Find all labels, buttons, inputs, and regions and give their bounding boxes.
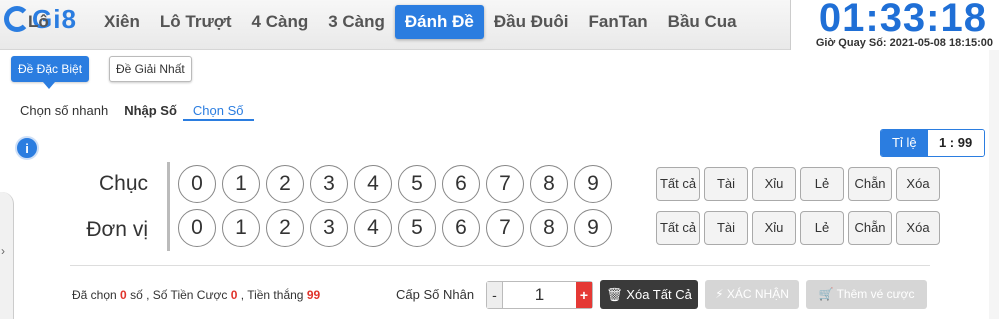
- side-panel-toggle[interactable]: ›: [0, 192, 14, 319]
- tens-digit-8[interactable]: 8: [530, 165, 568, 203]
- add-bet-button[interactable]: 🛒 Thêm vé cược: [806, 280, 927, 309]
- units-digit-7[interactable]: 7: [486, 209, 524, 247]
- clear-all-label: Xóa Tất Cả: [626, 287, 692, 302]
- tens-big-button[interactable]: Tài: [704, 167, 748, 201]
- mode-quick-pick[interactable]: Chọn số nhanh: [20, 103, 108, 121]
- units-digit-picker: 0 1 2 3 4 5 6 7 8 9: [178, 209, 612, 247]
- units-big-button[interactable]: Tài: [704, 211, 748, 245]
- nav-item-dau-duoi[interactable]: Đầu Đuôi: [484, 5, 579, 39]
- units-digit-3[interactable]: 3: [310, 209, 348, 247]
- logo-g-icon: [4, 6, 30, 32]
- nav-item-4-cang[interactable]: 4 Càng: [242, 5, 319, 39]
- units-quick-select: Tất cả Tài Xỉu Lẻ Chẵn Xóa: [656, 211, 940, 245]
- tens-digit-1[interactable]: 1: [222, 165, 260, 203]
- nav-item-xien[interactable]: Xiên: [94, 5, 150, 39]
- tens-digit-5[interactable]: 5: [398, 165, 436, 203]
- tab-de-dac-biet[interactable]: Đề Đặc Biệt: [11, 56, 90, 82]
- selected-label: Đã chọn: [72, 288, 117, 302]
- win-amount-label: , Tiền thắng: [240, 288, 304, 302]
- units-digit-5[interactable]: 5: [398, 209, 436, 247]
- info-icon[interactable]: i: [15, 136, 39, 160]
- selected-count: 0: [120, 288, 127, 302]
- nav-item-fantan[interactable]: FanTan: [578, 5, 657, 39]
- units-even-button[interactable]: Chẵn: [848, 211, 892, 245]
- tens-digit-6[interactable]: 6: [442, 165, 480, 203]
- clear-all-button[interactable]: 🗑 Xóa Tất Cả: [600, 280, 698, 309]
- tens-digit-picker: 0 1 2 3 4 5 6 7 8 9: [178, 165, 612, 203]
- nav-item-lo-partial[interactable]: Lô: [28, 12, 49, 32]
- units-digit-9[interactable]: 9: [574, 209, 612, 247]
- chevron-right-icon: ›: [1, 244, 5, 258]
- tab-de-giai-nhat[interactable]: Đề Giải Nhất: [109, 56, 192, 82]
- nav-item-lo-truot[interactable]: Lô Trượt: [150, 5, 242, 39]
- tens-even-button[interactable]: Chẵn: [848, 167, 892, 201]
- tens-digit-7[interactable]: 7: [486, 165, 524, 203]
- tens-digit-4[interactable]: 4: [354, 165, 392, 203]
- selected-unit: số ,: [130, 288, 150, 302]
- units-digit-0[interactable]: 0: [178, 209, 216, 247]
- section-divider: [70, 265, 930, 266]
- multiplier-label: Cấp Số Nhân: [396, 287, 475, 302]
- top-bar: Gi8 Lô Xiên Lô Trượt 4 Càng 3 Càng Đánh …: [0, 0, 999, 50]
- active-tab-pointer: [43, 82, 55, 89]
- draw-time: Giờ Quay Số: 2021-05-08 18:15:00: [815, 37, 993, 49]
- win-amount-value: 99: [306, 288, 321, 302]
- units-digit-2[interactable]: 2: [266, 209, 304, 247]
- scrollbar[interactable]: [989, 50, 999, 319]
- odds-value: 1 : 99: [927, 130, 984, 156]
- multiplier-decrement-button[interactable]: -: [487, 282, 503, 308]
- odds-ratio: Tỉ lệ 1 : 99: [880, 129, 985, 157]
- tens-all-button[interactable]: Tất cả: [656, 167, 700, 201]
- tens-digit-2[interactable]: 2: [266, 165, 304, 203]
- multiplier-stepper: - 1 +: [486, 281, 593, 309]
- tens-odd-button[interactable]: Lẻ: [800, 167, 844, 201]
- units-digit-4[interactable]: 4: [354, 209, 392, 247]
- lightning-icon: ⚡: [715, 287, 724, 301]
- multiplier-input[interactable]: 1: [503, 282, 576, 308]
- row-label-units: Đơn vị: [86, 218, 148, 241]
- countdown-panel: 01:33:18 Giờ Quay Số: 2021-05-08 18:15:0…: [790, 0, 999, 50]
- units-small-button[interactable]: Xỉu: [752, 211, 796, 245]
- units-clear-button[interactable]: Xóa: [896, 211, 940, 245]
- nav-item-3-cang[interactable]: 3 Càng: [318, 5, 395, 39]
- bet-amount-value: 0: [230, 288, 238, 302]
- tens-digit-3[interactable]: 3: [310, 165, 348, 203]
- mode-manual-entry[interactable]: Nhập Số: [124, 103, 177, 121]
- add-bet-label: Thêm vé cược: [836, 287, 915, 301]
- tens-digit-9[interactable]: 9: [574, 165, 612, 203]
- confirm-button[interactable]: ⚡ XÁC NHẬN: [705, 280, 799, 309]
- nav-item-bau-cua[interactable]: Bầu Cua: [658, 5, 747, 39]
- units-digit-6[interactable]: 6: [442, 209, 480, 247]
- confirm-label: XÁC NHẬN: [726, 287, 789, 301]
- trash-icon: 🗑: [606, 287, 623, 302]
- nav-item-danh-de[interactable]: Đánh Đề: [394, 5, 484, 39]
- row-divider: [167, 162, 170, 251]
- bet-summary: Đã chọn 0 số , Số Tiền Cược 0 , Tiền thắ…: [72, 288, 320, 302]
- units-digit-1[interactable]: 1: [222, 209, 260, 247]
- mode-pick-numbers[interactable]: Chọn Số: [182, 103, 254, 121]
- tens-clear-button[interactable]: Xóa: [896, 167, 940, 201]
- units-odd-button[interactable]: Lẻ: [800, 211, 844, 245]
- bet-amount-label: Số Tiền Cược: [152, 288, 228, 302]
- input-mode-tabs: Chọn số nhanh Nhập Số Chọn Số: [20, 103, 254, 121]
- multiplier-increment-button[interactable]: +: [576, 282, 592, 308]
- tens-small-button[interactable]: Xỉu: [752, 167, 796, 201]
- tens-quick-select: Tất cả Tài Xỉu Lẻ Chẵn Xóa: [656, 167, 940, 201]
- tens-digit-0[interactable]: 0: [178, 165, 216, 203]
- odds-label: Tỉ lệ: [881, 130, 928, 156]
- game-nav: Xiên Lô Trượt 4 Càng 3 Càng Đánh Đề Đầu …: [94, 5, 747, 41]
- cart-icon: 🛒: [818, 287, 834, 301]
- units-all-button[interactable]: Tất cả: [656, 211, 700, 245]
- countdown-timer: 01:33:18: [818, 0, 987, 40]
- units-digit-8[interactable]: 8: [530, 209, 568, 247]
- row-label-tens: Chục: [98, 172, 148, 195]
